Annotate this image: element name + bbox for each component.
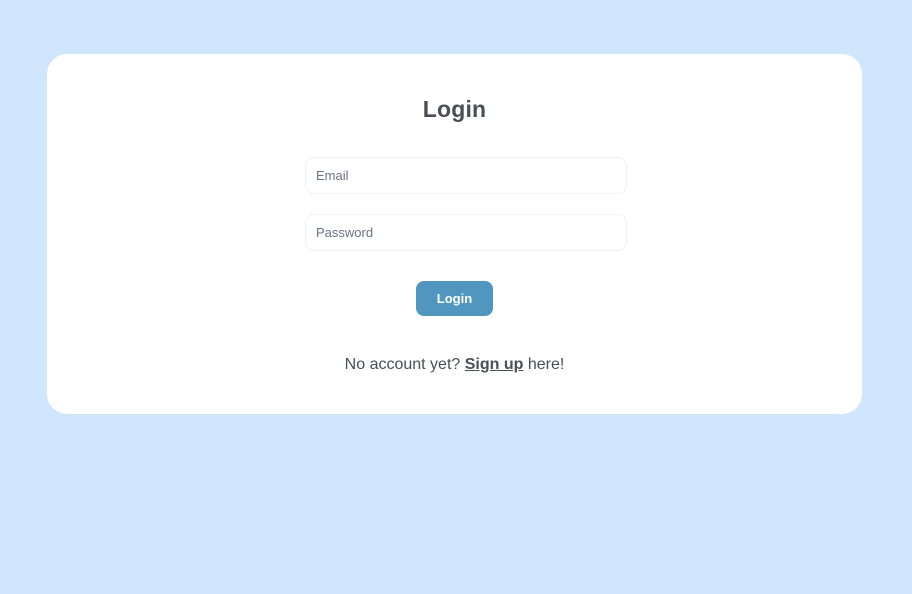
login-card: Login Login No account yet? Sign up here… xyxy=(47,54,862,414)
password-field[interactable] xyxy=(305,214,627,251)
signup-suffix-text: here! xyxy=(523,356,565,373)
page-title: Login xyxy=(422,96,487,122)
signup-prefix-text: No account yet? xyxy=(344,356,465,373)
login-button[interactable]: Login xyxy=(416,281,493,316)
email-field[interactable] xyxy=(305,157,627,194)
signup-link[interactable]: Sign up xyxy=(465,356,524,373)
signup-prompt: No account yet? Sign up here! xyxy=(47,356,862,374)
